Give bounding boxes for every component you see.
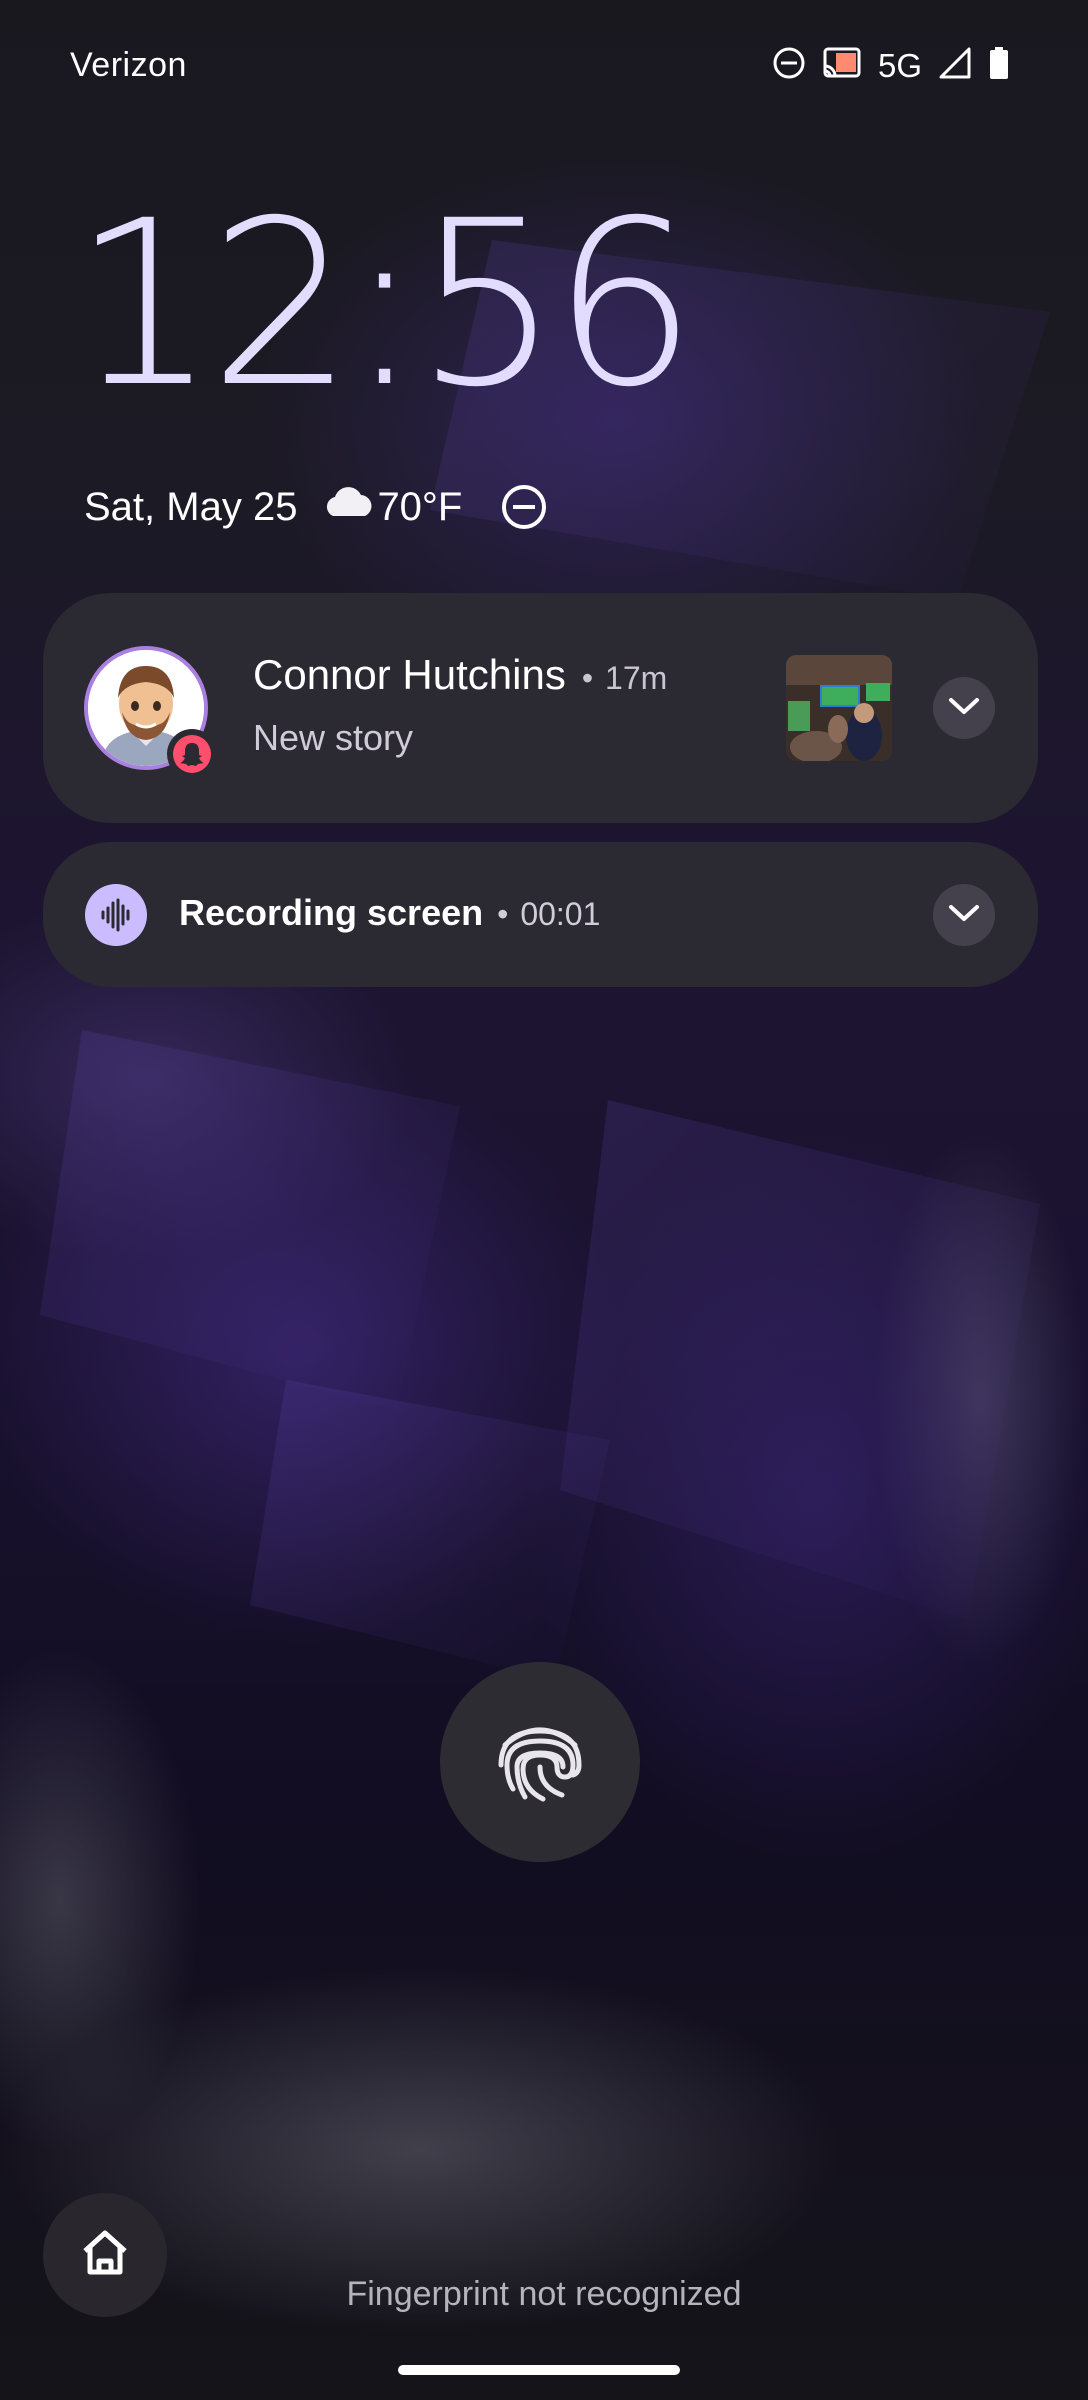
fingerprint-message: Fingerprint not recognized xyxy=(346,2275,742,2313)
date-weather-row: Sat, May 25 70°F xyxy=(84,482,548,532)
recording-elapsed: 00:01 xyxy=(520,896,601,932)
lock-screen: Verizon 5G 12:56 Sat, May 25 70°F Connor… xyxy=(0,0,1088,2400)
chevron-down-icon xyxy=(947,696,981,721)
wallpaper-facet xyxy=(560,1100,1040,1620)
fingerprint-sensor[interactable] xyxy=(440,1662,640,1862)
expand-button[interactable] xyxy=(933,677,995,739)
status-icons: 5G xyxy=(772,46,1010,85)
expand-button[interactable] xyxy=(933,884,995,946)
story-thumbnail xyxy=(786,655,892,761)
wallpaper-facet xyxy=(40,1030,460,1410)
audio-waveform-icon xyxy=(85,884,147,946)
do-not-disturb-icon xyxy=(772,46,806,85)
network-type: 5G xyxy=(877,46,922,84)
notification-header: Connor Hutchins • 17m xyxy=(253,651,667,699)
navigation-handle[interactable] xyxy=(398,2365,680,2375)
battery-icon xyxy=(988,46,1010,85)
story-notification[interactable]: Connor Hutchins • 17m New story xyxy=(43,593,1038,823)
do-not-disturb-icon[interactable] xyxy=(500,483,548,531)
signal-icon xyxy=(938,46,972,85)
recording-notification[interactable]: Recording screen • 00:01 xyxy=(43,842,1038,987)
weather: 70°F xyxy=(321,482,462,532)
lock-clock: 12:56 xyxy=(72,171,697,437)
cast-icon xyxy=(822,46,862,85)
separator: • xyxy=(581,660,594,696)
fingerprint-icon xyxy=(485,1705,595,1820)
notification-time: 17m xyxy=(605,660,668,696)
carrier-name: Verizon xyxy=(70,46,187,84)
recording-title: Recording screen xyxy=(179,892,484,933)
notification-text: New story xyxy=(253,717,414,758)
sender-name: Connor Hutchins xyxy=(253,651,566,698)
recording-header: Recording screen • 00:01 xyxy=(179,892,600,934)
wallpaper-facet xyxy=(250,1380,610,1680)
date-text: Sat, May 25 xyxy=(84,484,298,529)
snapchat-icon xyxy=(167,729,217,779)
separator: • xyxy=(497,896,509,932)
status-bar: Verizon 5G xyxy=(0,0,1088,130)
temperature: 70°F xyxy=(377,484,463,529)
cloud-icon xyxy=(321,482,377,532)
chevron-down-icon xyxy=(947,903,981,928)
